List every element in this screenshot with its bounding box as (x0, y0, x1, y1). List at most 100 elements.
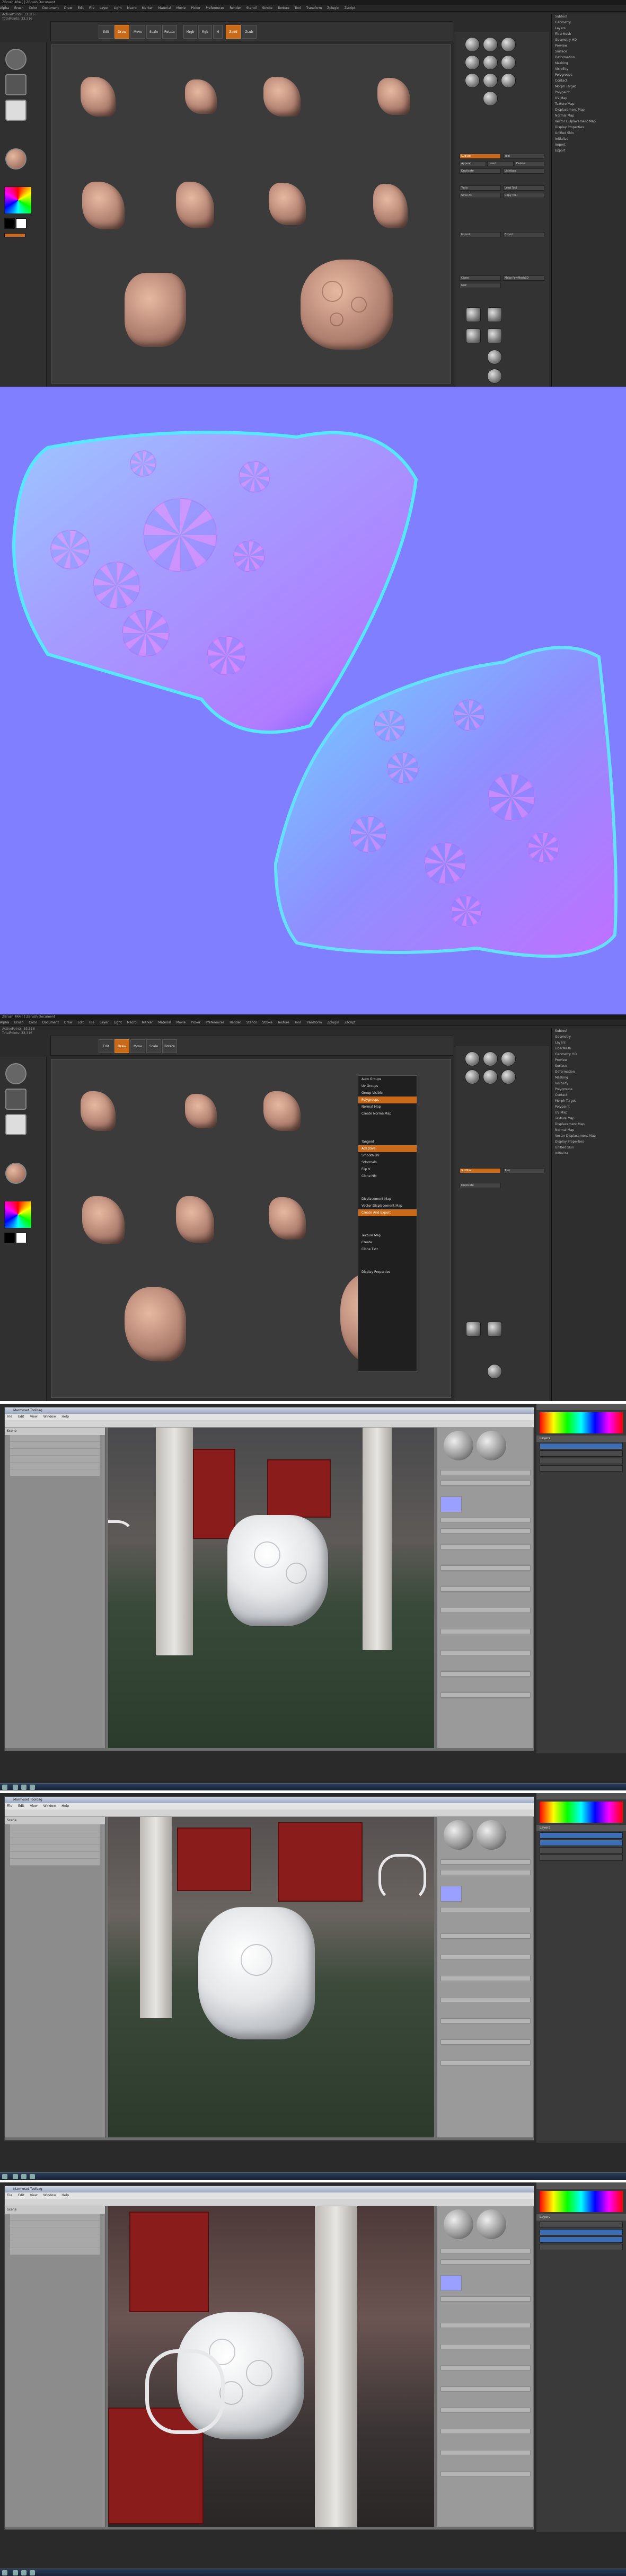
subtool-thumbnail[interactable] (466, 328, 481, 343)
dropdown-item[interactable]: Create (358, 1239, 417, 1246)
material-property[interactable] (440, 1907, 531, 1912)
tray-item[interactable]: UV Map (552, 95, 626, 101)
subtool-thumbnail[interactable] (487, 307, 502, 322)
move-button[interactable]: Move (130, 1039, 145, 1053)
tool-thumbnail[interactable] (465, 37, 480, 52)
layer-row[interactable] (540, 2229, 623, 2235)
menu-item[interactable]: Stroke (262, 1021, 272, 1024)
subtool-thumbnail[interactable] (487, 1322, 502, 1336)
material-property[interactable] (440, 2365, 531, 2370)
material-property[interactable] (440, 1608, 531, 1613)
stroke-icon[interactable] (5, 1089, 27, 1110)
dropdown-item[interactable]: Flip V (358, 1166, 417, 1173)
tray-item[interactable]: Initialize (552, 1151, 626, 1156)
rotate-button[interactable]: Rotate (162, 25, 177, 39)
edit-button[interactable]: Edit (99, 1039, 113, 1053)
menu-item[interactable]: Layer (100, 6, 109, 10)
material-icon[interactable] (5, 148, 27, 170)
dropdown-item[interactable]: Group Visible (358, 1090, 417, 1097)
material-property[interactable] (440, 1955, 531, 1960)
menu-item[interactable]: Window (43, 1804, 56, 1808)
menu-item[interactable]: Zscript (345, 1021, 356, 1024)
insert-button[interactable]: Insert (487, 161, 514, 166)
tray-item[interactable]: Unified Skin (552, 130, 626, 136)
menu-item[interactable]: Light (114, 6, 122, 10)
material-property[interactable] (440, 2471, 531, 2476)
tray-item[interactable]: Import (552, 142, 626, 148)
material-property[interactable] (440, 1528, 531, 1534)
layer-row[interactable] (540, 1465, 623, 1472)
scene-row[interactable] (10, 1435, 100, 1442)
scene-row[interactable] (10, 1442, 100, 1449)
dropdown-item[interactable]: Texture Map (358, 1232, 417, 1239)
dropdown-item[interactable]: Vector Displacement Map (358, 1202, 417, 1209)
material-property[interactable] (440, 2323, 531, 2328)
tray-item[interactable]: Layers (552, 1040, 626, 1046)
layer-row[interactable] (540, 1855, 623, 1861)
tool-thumbnail[interactable] (483, 1051, 498, 1066)
taskbar-app-icon[interactable] (30, 2570, 35, 2575)
menu-item[interactable]: Window (43, 2194, 56, 2197)
subtool-thumbnail[interactable] (487, 369, 502, 384)
tool-thumbnail[interactable] (501, 1051, 516, 1066)
menu-item[interactable]: File (7, 2194, 12, 2197)
taskbar-app-icon[interactable] (21, 2570, 27, 2575)
menu-item[interactable]: Transform (306, 1021, 322, 1024)
scene-row[interactable] (10, 1831, 100, 1838)
subtool-thumbnail[interactable] (466, 1322, 481, 1336)
layer-row[interactable] (540, 2236, 623, 2243)
rgb-button[interactable]: Rgb (198, 25, 212, 39)
subtool-thumbnail[interactable] (466, 307, 481, 322)
scale-button[interactable]: Scale (146, 1039, 161, 1053)
brush-icon[interactable] (5, 1063, 27, 1084)
subtool-button[interactable]: SubTool (460, 154, 501, 159)
material-property[interactable] (440, 1650, 531, 1655)
menu-item[interactable]: Picker (191, 1021, 200, 1024)
material-property[interactable] (440, 2249, 531, 2254)
menu-item[interactable]: Document (42, 6, 59, 10)
tool-thumbnail[interactable] (483, 37, 498, 52)
material-ball[interactable] (477, 1820, 506, 1850)
dropdown-item[interactable]: Smooth UV (358, 1152, 417, 1159)
tray-item[interactable]: Preview (552, 43, 626, 49)
tray-item[interactable]: Normal Map (552, 113, 626, 119)
dropdown-item[interactable]: Clone NM (358, 1173, 417, 1180)
dropdown-item[interactable]: Display Properties (358, 1269, 417, 1276)
tray-item[interactable]: Morph Target (552, 84, 626, 90)
menu-item[interactable]: Stroke (262, 6, 272, 10)
copy-tool-button[interactable]: Copy Tool (503, 193, 544, 198)
tray-item[interactable]: Polygroups (552, 72, 626, 78)
menu-item[interactable]: Document (42, 1021, 59, 1024)
scene-row[interactable] (10, 1845, 100, 1852)
material-ball[interactable] (444, 2209, 473, 2239)
color-picker[interactable] (4, 186, 32, 214)
menu-item[interactable]: Edit (18, 2194, 24, 2197)
layer-row[interactable] (540, 1847, 623, 1853)
load-tool-button[interactable]: Load Tool (503, 185, 544, 191)
menu-item[interactable]: Marker (142, 1021, 153, 1024)
start-icon[interactable] (2, 2174, 7, 2179)
append-button[interactable]: Append (460, 161, 486, 166)
layer-row[interactable] (540, 1443, 623, 1449)
tray-item[interactable]: Initialize (552, 136, 626, 142)
menu-item[interactable]: Brush (14, 6, 23, 10)
tray-item[interactable]: Unified Skin (552, 1145, 626, 1151)
tray-item[interactable]: Masking (552, 1075, 626, 1081)
menu-item[interactable]: Render (230, 1021, 241, 1024)
menu-item[interactable]: Macro (127, 6, 137, 10)
primary-color-swatch[interactable] (4, 218, 15, 229)
menu-item[interactable]: Alpha (0, 6, 9, 10)
material-property[interactable] (440, 1481, 531, 1486)
texture-slot[interactable] (440, 2275, 462, 2291)
start-icon[interactable] (2, 2570, 7, 2575)
material-property[interactable] (440, 1870, 531, 1875)
menu-item[interactable]: Color (29, 1021, 37, 1024)
material-property[interactable] (440, 2386, 531, 2392)
tray-item[interactable]: Subtool (552, 1028, 626, 1034)
menu-item[interactable]: Stencil (246, 6, 257, 10)
zbrush-canvas[interactable]: Auto Groups Uv Groups Group Visible Poly… (51, 1059, 451, 1398)
menu-item[interactable]: Color (29, 6, 37, 10)
menu-item[interactable]: Light (114, 1021, 122, 1024)
tray-item[interactable]: Contact (552, 78, 626, 84)
scene-row[interactable] (10, 1824, 100, 1831)
